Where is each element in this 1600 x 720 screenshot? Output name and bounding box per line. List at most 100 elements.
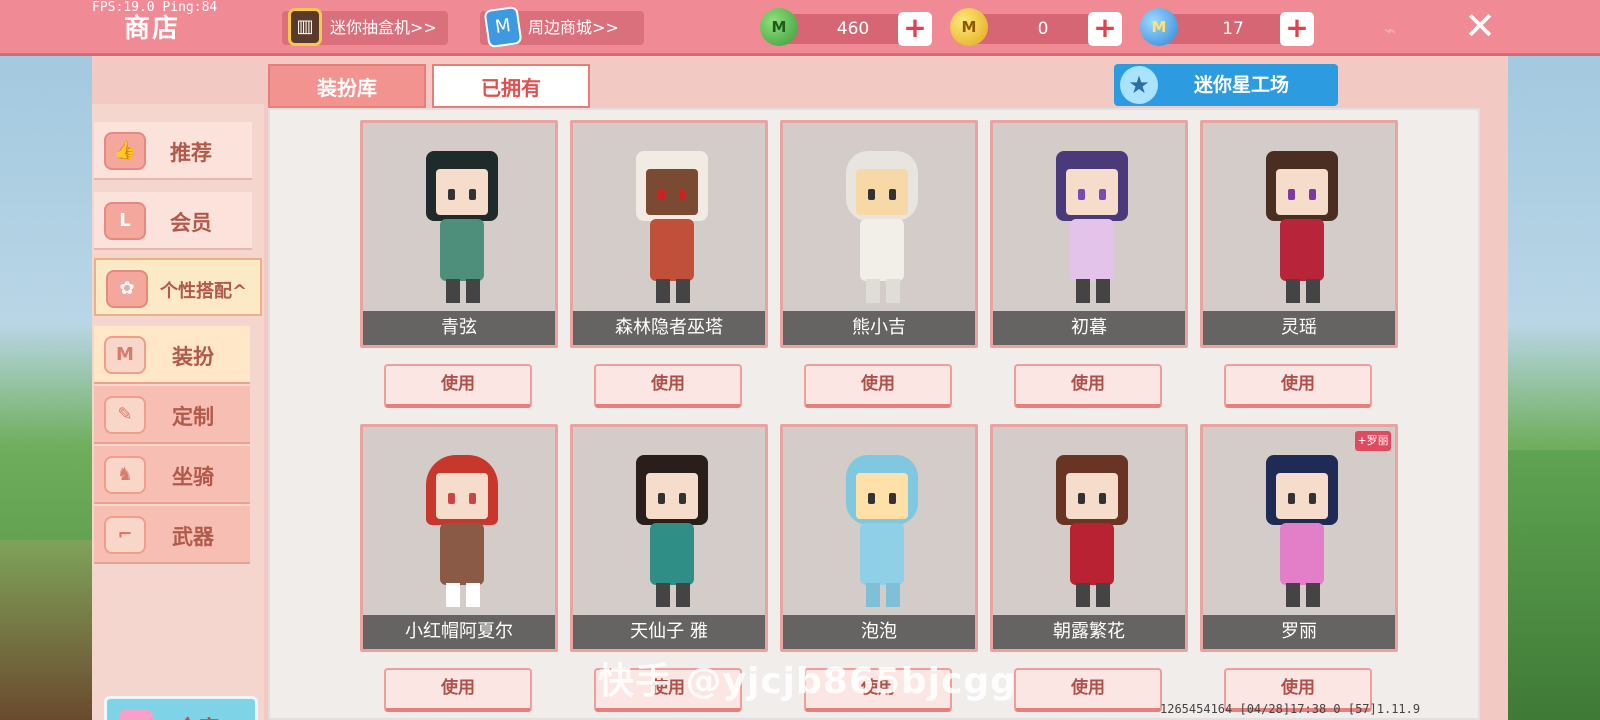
blue-m-coin-icon: M: [1140, 8, 1178, 46]
costume-name: 青弦: [363, 311, 555, 345]
costume-name: 灵瑶: [1203, 311, 1395, 345]
costume-name: 罗丽: [1203, 615, 1395, 649]
sidebar-item-mount[interactable]: ♞ 坐骑: [94, 446, 250, 504]
shirt-icon: M: [104, 336, 146, 374]
use-button[interactable]: 使用: [1014, 364, 1162, 408]
currency-gems-value: 460: [836, 19, 870, 39]
character-figure: [1052, 449, 1132, 609]
costume-card: 小红帽阿夏尔 使用: [360, 424, 558, 712]
character-figure: [842, 449, 922, 609]
member-card-icon: L: [104, 202, 146, 240]
costume-preview[interactable]: 灵瑶: [1200, 120, 1398, 348]
background-scenery-left: [0, 540, 92, 720]
sidebar-item-weapon[interactable]: ⌐ 武器: [94, 506, 250, 564]
costume-name: 熊小吉: [783, 311, 975, 345]
tab-costume-library[interactable]: 装扮库: [268, 64, 426, 108]
costume-name: 朝露繁花: [993, 615, 1185, 649]
costume-name: 小红帽阿夏尔: [363, 615, 555, 649]
gacha-machine-link[interactable]: ▥ 迷你抽盒机>>: [282, 8, 448, 46]
flower-badge-icon: ✿: [106, 270, 148, 308]
currency-gems: M 460: [760, 8, 912, 46]
sidebar-item-costume[interactable]: M 装扮: [94, 326, 250, 384]
currency-gold: M 0: [950, 8, 1102, 46]
sidebar-item-label: 武器: [172, 525, 214, 549]
shopping-bag-icon: M: [483, 5, 523, 49]
costume-preview[interactable]: 熊小吉: [780, 120, 978, 348]
workshop-label: 迷你星工场: [1194, 74, 1290, 96]
watermark-text: 快手 @yjcjb865bjcgg: [598, 661, 1017, 702]
costume-preview[interactable]: +罗丽 罗丽: [1200, 424, 1398, 652]
costume-card: 青弦 使用: [360, 120, 558, 408]
costume-preview[interactable]: 森林隐者巫塔: [570, 120, 768, 348]
sidebar-item-label: 会员: [170, 211, 212, 235]
chest-icon: [119, 709, 153, 720]
footer-info: 1265454164 [04/28]17:38 0 [57]1.11.9: [1160, 702, 1421, 716]
costume-name: 森林隐者巫塔: [573, 311, 765, 345]
sidebar-item-label: 装扮: [172, 345, 214, 369]
sidebar-item-custom[interactable]: ✎ 定制: [94, 386, 250, 444]
currency-mcoin: M 17: [1140, 8, 1292, 46]
costume-name: 天仙子 雅: [573, 615, 765, 649]
star-icon: ★: [1120, 66, 1158, 104]
page-title: 商店: [124, 14, 181, 44]
costume-name: 初暮: [993, 311, 1185, 345]
character-figure: [632, 449, 712, 609]
sidebar-item-label: 推荐: [170, 141, 212, 165]
sidebar: 👍 推荐 L 会员 ✿ 个性搭配^ M 装扮 ✎ 定制 ♞ 坐骑 ⌐ 武器: [92, 104, 264, 720]
add-gems-button[interactable]: +: [898, 12, 932, 46]
costume-preview[interactable]: 青弦: [360, 120, 558, 348]
gacha-machine-label: 迷你抽盒机>>: [330, 18, 437, 37]
use-button[interactable]: 使用: [1224, 364, 1372, 408]
costume-grid: 青弦 使用 森林隐者巫塔 使用 熊小吉 使用 初暮 使用 灵瑶 使用 小红帽阿夏…: [268, 108, 1480, 720]
costume-card: 初暮 使用: [990, 120, 1188, 408]
use-button[interactable]: 使用: [1014, 668, 1162, 712]
signal-feed-icon[interactable]: ⌁: [1384, 18, 1408, 42]
sidebar-item-member[interactable]: L 会员: [94, 192, 252, 250]
sidebar-group-label: 个性搭配^: [160, 281, 248, 302]
use-button[interactable]: 使用: [384, 668, 532, 712]
costume-name: 泡泡: [783, 615, 975, 649]
costume-preview[interactable]: 天仙子 雅: [570, 424, 768, 652]
use-button[interactable]: 使用: [804, 364, 952, 408]
character-figure: [422, 449, 502, 609]
sidebar-group-style[interactable]: ✿ 个性搭配^: [94, 258, 262, 316]
sidebar-item-label: 定制: [172, 405, 214, 429]
character-figure: [1262, 145, 1342, 305]
sidebar-item-recommend[interactable]: 👍 推荐: [94, 122, 252, 180]
use-button[interactable]: 使用: [384, 364, 532, 408]
currency-gold-value: 0: [1037, 19, 1049, 39]
tab-owned[interactable]: 已拥有: [432, 64, 590, 108]
top-bar: FPS:19.0 Ping:84 商店 ▥ 迷你抽盒机>> M 周边商城>> M…: [0, 0, 1600, 56]
character-figure: [842, 145, 922, 305]
gacha-machine-icon: ▥: [288, 8, 322, 46]
costume-card: 灵瑶 使用: [1200, 120, 1398, 408]
add-gold-button[interactable]: +: [1088, 12, 1122, 46]
close-icon[interactable]: ✕: [1460, 6, 1500, 46]
costume-preview[interactable]: 泡泡: [780, 424, 978, 652]
warehouse-label: 仓库: [177, 712, 219, 720]
character-figure: [1262, 449, 1342, 609]
character-figure: [422, 145, 502, 305]
mount-icon: ♞: [104, 456, 146, 494]
character-figure: [632, 145, 712, 305]
use-button[interactable]: 使用: [594, 364, 742, 408]
costume-card: 朝露繁花 使用: [990, 424, 1188, 712]
merch-mall-link[interactable]: M 周边商城>>: [480, 5, 644, 49]
merch-mall-label: 周边商城>>: [528, 18, 619, 37]
costume-preview[interactable]: 小红帽阿夏尔: [360, 424, 558, 652]
shop-panel: 👍 推荐 L 会员 ✿ 个性搭配^ M 装扮 ✎ 定制 ♞ 坐骑 ⌐ 武器 装扮…: [92, 56, 1508, 720]
costume-card: 泡泡 使用: [780, 424, 978, 712]
costume-card: +罗丽 罗丽 使用: [1200, 424, 1398, 712]
gun-icon: ⌐: [104, 516, 146, 554]
costume-card: 森林隐者巫塔 使用: [570, 120, 768, 408]
add-mcoin-button[interactable]: +: [1280, 12, 1314, 46]
costume-preview[interactable]: 初暮: [990, 120, 1188, 348]
pencil-icon: ✎: [104, 396, 146, 434]
gold-coin-icon: M: [950, 8, 988, 46]
mini-star-workshop-button[interactable]: ★ 迷你星工场: [1114, 64, 1338, 106]
costume-preview[interactable]: 朝露繁花: [990, 424, 1188, 652]
thumbs-up-icon: 👍: [104, 132, 146, 170]
warehouse-button[interactable]: 仓库: [104, 696, 258, 720]
costume-card: 天仙子 雅 使用: [570, 424, 768, 712]
background-scenery-right: [1508, 450, 1600, 720]
